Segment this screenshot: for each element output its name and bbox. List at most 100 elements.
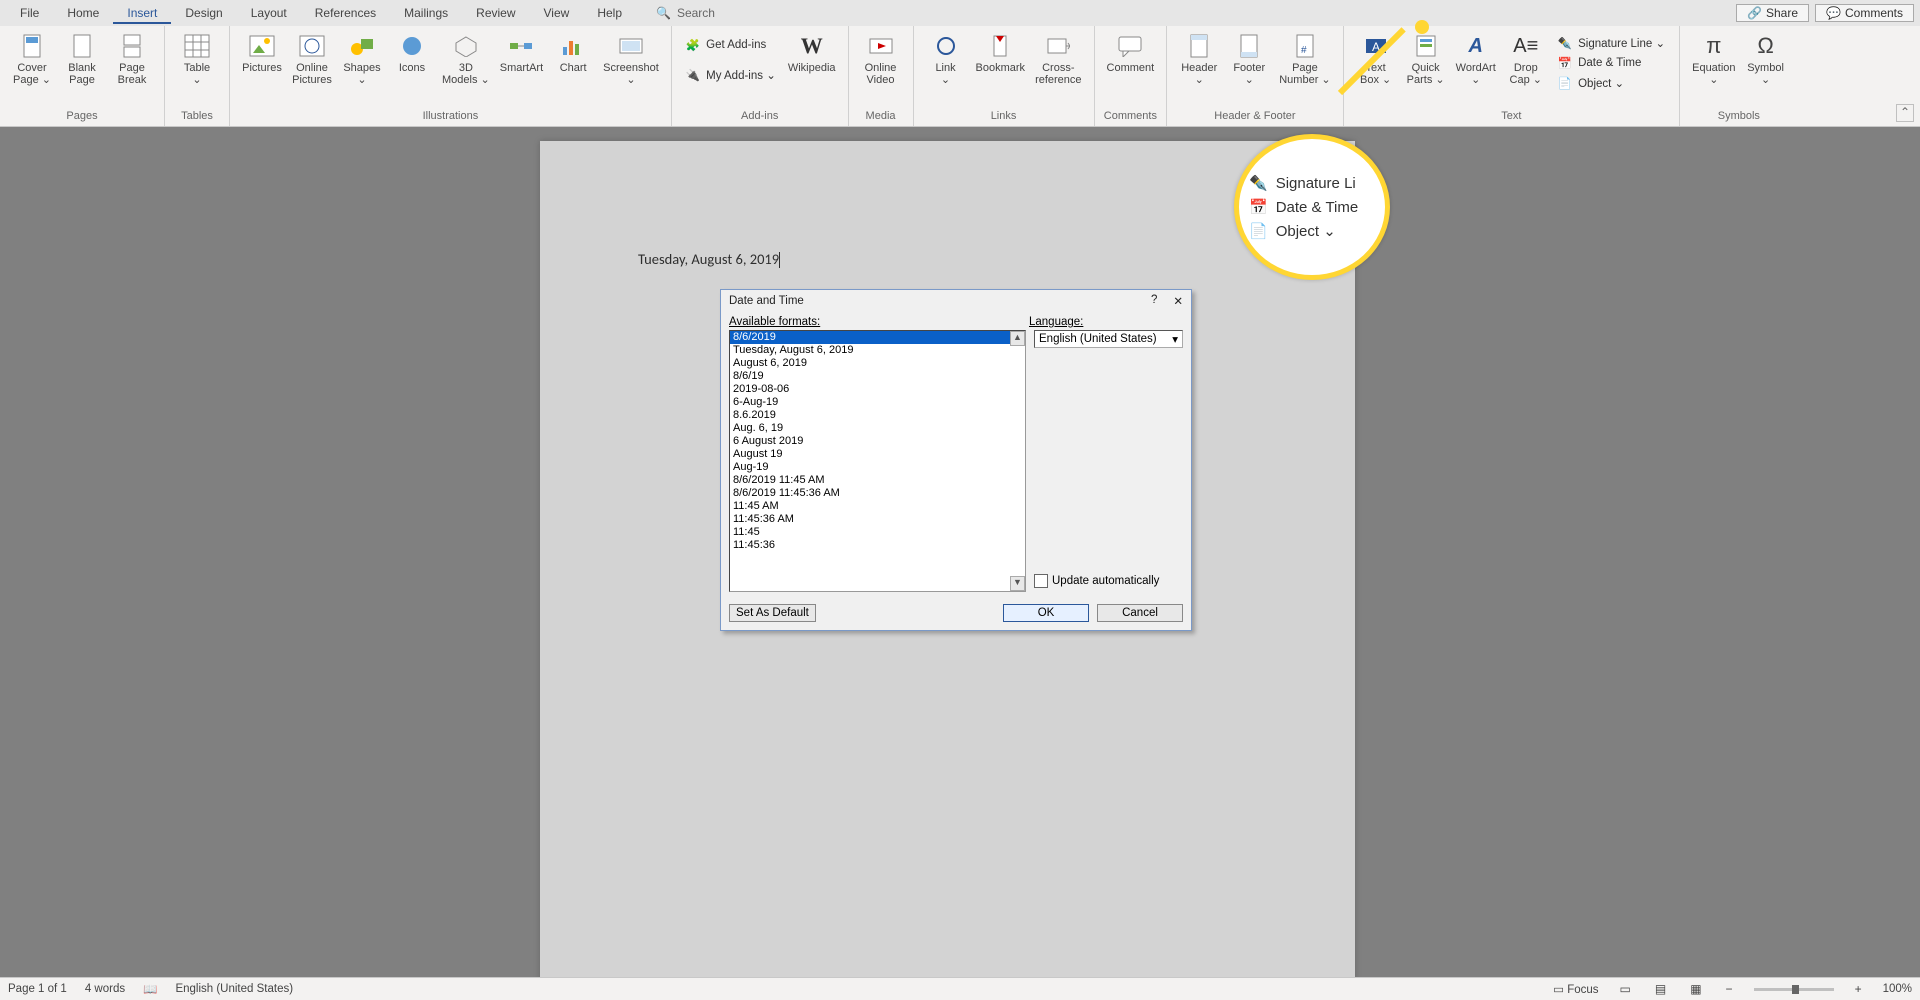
pictures-button[interactable]: Pictures: [238, 30, 286, 76]
online-video-button[interactable]: OnlineVideo: [857, 30, 905, 88]
zoom-slider[interactable]: [1754, 988, 1834, 991]
collapse-ribbon-button[interactable]: ⌃: [1896, 104, 1914, 122]
group-pages: CoverPage ⌄ BlankPage PageBreak Pages: [0, 26, 165, 126]
page-break-button[interactable]: PageBreak: [108, 30, 156, 88]
format-option[interactable]: Aug-19: [730, 461, 1025, 474]
proofing-icon[interactable]: 📖: [143, 982, 157, 996]
tab-layout[interactable]: Layout: [237, 2, 301, 24]
drop-cap-button[interactable]: A≡DropCap ⌄: [1502, 30, 1550, 88]
equation-button[interactable]: πEquation⌄: [1688, 30, 1739, 88]
table-button[interactable]: Table⌄: [173, 30, 221, 88]
format-option[interactable]: August 6, 2019: [730, 357, 1025, 370]
dialog-close-button[interactable]: ✕: [1173, 294, 1183, 308]
comment-icon: 💬: [1826, 6, 1841, 20]
format-option[interactable]: 8.6.2019: [730, 409, 1025, 422]
scroll-up-arrow[interactable]: ▲: [1010, 331, 1025, 346]
bookmark-button[interactable]: Bookmark: [972, 30, 1030, 76]
comments-button[interactable]: 💬 Comments: [1815, 4, 1914, 22]
status-language[interactable]: English (United States): [175, 983, 293, 995]
available-formats-listbox[interactable]: ▲ ▼ 8/6/2019Tuesday, August 6, 2019Augus…: [729, 330, 1026, 592]
object-button[interactable]: 📄Object ⌄: [1552, 74, 1671, 92]
format-option[interactable]: 11:45 AM: [730, 500, 1025, 513]
group-label-comments: Comments: [1103, 108, 1159, 124]
format-option[interactable]: 8/6/19: [730, 370, 1025, 383]
group-label-media: Media: [857, 108, 905, 124]
symbol-button[interactable]: ΩSymbol⌄: [1742, 30, 1790, 88]
3d-models-button[interactable]: 3DModels ⌄: [438, 30, 494, 88]
quick-parts-button[interactable]: QuickParts ⌄: [1402, 30, 1450, 88]
cancel-button[interactable]: Cancel: [1097, 604, 1183, 622]
group-addins: 🧩Get Add-ins 🔌My Add-ins ⌄ WWikipedia Ad…: [672, 26, 849, 126]
tab-help[interactable]: Help: [583, 2, 636, 24]
print-layout-button[interactable]: ▤: [1652, 982, 1669, 996]
group-media: OnlineVideo Media: [849, 26, 914, 126]
share-label: Share: [1766, 6, 1798, 20]
format-option[interactable]: 8/6/2019 11:45:36 AM: [730, 487, 1025, 500]
format-option[interactable]: August 19: [730, 448, 1025, 461]
chart-button[interactable]: Chart: [549, 30, 597, 76]
zoom-in-button[interactable]: +: [1852, 982, 1865, 996]
shapes-button[interactable]: Shapes⌄: [338, 30, 386, 88]
tab-view[interactable]: View: [530, 2, 584, 24]
dialog-help-button[interactable]: ?: [1151, 294, 1157, 308]
wikipedia-button[interactable]: WWikipedia: [784, 30, 840, 76]
group-illustrations: Pictures OnlinePictures Shapes⌄ Icons 3D…: [230, 26, 672, 126]
read-mode-button[interactable]: ▭: [1617, 982, 1634, 996]
format-option[interactable]: 8/6/2019: [730, 331, 1025, 344]
cover-page-button[interactable]: CoverPage ⌄: [8, 30, 56, 88]
footer-button[interactable]: Footer⌄: [1225, 30, 1273, 88]
signature-line-button[interactable]: ✒️Signature Line ⌄: [1552, 34, 1671, 52]
group-label-tables: Tables: [173, 108, 221, 124]
chevron-down-icon: ▾: [1172, 332, 1178, 346]
smartart-button[interactable]: SmartArt: [496, 30, 547, 76]
tab-review[interactable]: Review: [462, 2, 529, 24]
zoom-level[interactable]: 100%: [1883, 983, 1912, 995]
group-label-addins: Add-ins: [680, 108, 840, 124]
wordart-button[interactable]: AWordArt⌄: [1452, 30, 1500, 88]
update-automatically-checkbox[interactable]: Update automatically: [1034, 574, 1183, 588]
page-number-button[interactable]: #PageNumber ⌄: [1275, 30, 1334, 88]
format-option[interactable]: 11:45:36 AM: [730, 513, 1025, 526]
format-option[interactable]: 11:45: [730, 526, 1025, 539]
language-label: Language:: [1029, 316, 1183, 328]
set-as-default-button[interactable]: Set As Default: [729, 604, 816, 622]
scroll-down-arrow[interactable]: ▼: [1010, 576, 1025, 591]
format-option[interactable]: Aug. 6, 19: [730, 422, 1025, 435]
status-page[interactable]: Page 1 of 1: [8, 983, 67, 995]
group-label-illustrations: Illustrations: [238, 108, 663, 124]
tab-home[interactable]: Home: [53, 2, 113, 24]
tab-design[interactable]: Design: [171, 2, 236, 24]
ok-button[interactable]: OK: [1003, 604, 1089, 622]
online-pictures-button[interactable]: OnlinePictures: [288, 30, 336, 88]
format-option[interactable]: 8/6/2019 11:45 AM: [730, 474, 1025, 487]
callout-anchor-dot: [1415, 20, 1429, 34]
format-option[interactable]: 2019-08-06: [730, 383, 1025, 396]
comment-button[interactable]: Comment: [1103, 30, 1159, 76]
focus-mode-button[interactable]: ▭ Focus: [1553, 982, 1598, 996]
language-select[interactable]: English (United States) ▾: [1034, 330, 1183, 348]
link-button[interactable]: Link⌄: [922, 30, 970, 88]
zoom-out-button[interactable]: −: [1723, 982, 1736, 996]
get-addins-button[interactable]: 🧩Get Add-ins: [680, 36, 782, 54]
tab-file[interactable]: File: [6, 2, 53, 24]
my-addins-button[interactable]: 🔌My Add-ins ⌄: [680, 66, 782, 84]
status-words[interactable]: 4 words: [85, 983, 125, 995]
format-option[interactable]: 6 August 2019: [730, 435, 1025, 448]
header-button[interactable]: Header⌄: [1175, 30, 1223, 88]
date-time-button[interactable]: 📅Date & Time: [1552, 54, 1671, 72]
format-option[interactable]: 6-Aug-19: [730, 396, 1025, 409]
tab-insert[interactable]: Insert: [113, 2, 171, 24]
screenshot-button[interactable]: Screenshot⌄: [599, 30, 663, 88]
share-button[interactable]: 🔗 Share: [1736, 4, 1809, 22]
blank-page-button[interactable]: BlankPage: [58, 30, 106, 88]
format-option[interactable]: Tuesday, August 6, 2019: [730, 344, 1025, 357]
tab-bar: File Home Insert Design Layout Reference…: [0, 0, 1920, 26]
tab-mailings[interactable]: Mailings: [390, 2, 462, 24]
tab-references[interactable]: References: [301, 2, 390, 24]
tell-me-search[interactable]: 🔍 Search: [656, 6, 715, 20]
icons-button[interactable]: Icons: [388, 30, 436, 76]
ribbon-insert: CoverPage ⌄ BlankPage PageBreak Pages Ta…: [0, 26, 1920, 127]
cross-reference-button[interactable]: Cross-reference: [1031, 30, 1085, 88]
format-option[interactable]: 11:45:36: [730, 539, 1025, 552]
web-layout-button[interactable]: ▦: [1687, 982, 1704, 996]
